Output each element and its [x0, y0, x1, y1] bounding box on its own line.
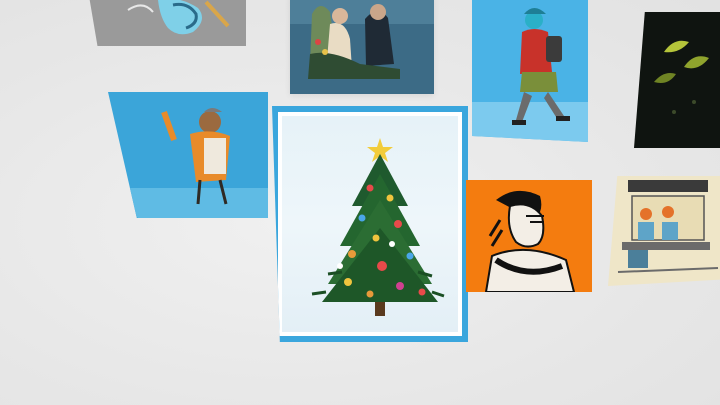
- artwork-tile-profile-portrait[interactable]: [466, 180, 592, 292]
- artwork-tile-blue-bird[interactable]: [88, 0, 246, 46]
- gallery-3d-wall: [0, 0, 720, 405]
- backpacker-artwork: [472, 0, 588, 142]
- artwork-tile-dark-leaves[interactable]: [634, 12, 720, 148]
- artwork-tile-waving-man[interactable]: [108, 92, 268, 218]
- artwork-tile-backpacker[interactable]: [472, 0, 588, 142]
- waving-man-artwork: [108, 92, 268, 218]
- dark-leaves-artwork: [634, 12, 720, 148]
- artwork-tile-cafe-scene[interactable]: [608, 176, 720, 286]
- blue-bird-artwork: [88, 0, 246, 46]
- artwork-tile-two-figures[interactable]: [290, 0, 434, 94]
- christmas-tree-artwork: [311, 138, 445, 316]
- selected-artwork-white-border: [278, 112, 462, 336]
- profile-portrait-artwork: [466, 180, 592, 292]
- two-figures-artwork: [290, 0, 434, 94]
- selected-artwork-frame[interactable]: [272, 106, 468, 342]
- selected-artwork-mat: [282, 116, 458, 332]
- cafe-scene-artwork: [608, 176, 720, 286]
